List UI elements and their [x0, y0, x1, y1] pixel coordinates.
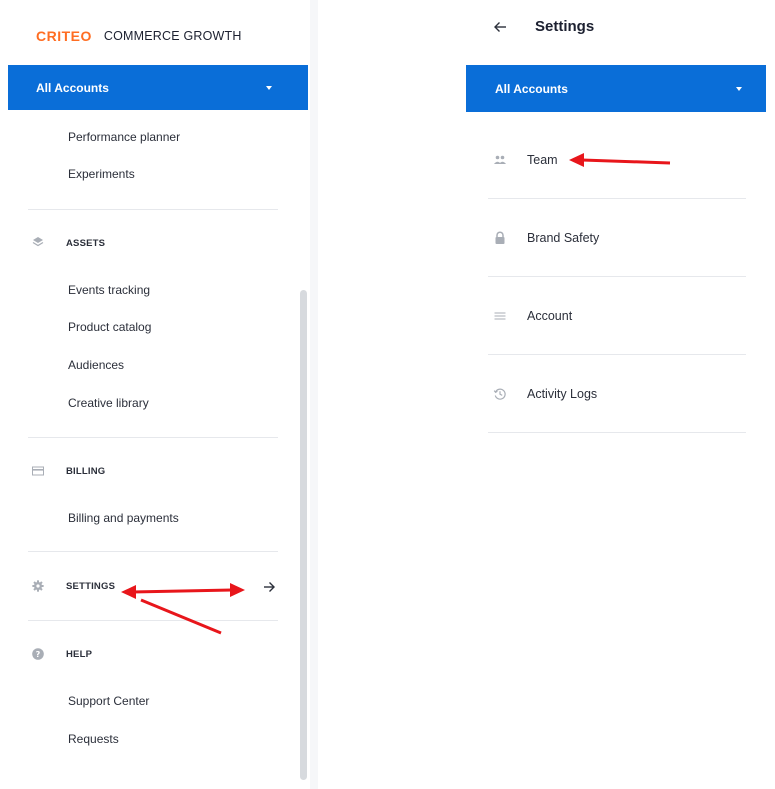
account-selector[interactable]: All Accounts — [8, 65, 308, 110]
nav-item-events-tracking[interactable]: Events tracking — [68, 282, 150, 298]
nav-item-audiences[interactable]: Audiences — [68, 357, 124, 373]
nav-item-experiments[interactable]: Experiments — [68, 166, 135, 182]
section-title-help[interactable]: HELP — [66, 648, 92, 662]
layers-icon — [32, 237, 44, 247]
chevron-down-icon — [266, 86, 272, 90]
account-selector-label: All Accounts — [36, 80, 109, 95]
product-name: COMMERCE GROWTH — [103, 29, 242, 43]
settings-item-label: Activity Logs — [527, 387, 598, 401]
settings-item-team[interactable]: Team — [488, 121, 746, 199]
people-icon — [494, 155, 506, 164]
settings-item-label: Team — [527, 153, 558, 167]
account-selector-label: All Accounts — [495, 81, 568, 96]
divider — [28, 551, 278, 552]
settings-item-label: Brand Safety — [527, 231, 600, 245]
divider — [28, 620, 278, 621]
divider — [488, 432, 746, 433]
nav-item-requests[interactable]: Requests — [68, 731, 119, 747]
settings-item-brand-safety[interactable]: Brand Safety — [488, 199, 746, 277]
section-title-billing[interactable]: BILLING — [66, 465, 105, 479]
panel-separator — [310, 0, 318, 789]
divider — [28, 209, 278, 210]
criteo-logo: CRITEO — [36, 28, 92, 44]
nav-item-product-catalog[interactable]: Product catalog — [68, 319, 151, 335]
lock-icon — [495, 231, 505, 244]
credit-card-icon — [32, 466, 44, 476]
settings-item-account[interactable]: Account — [488, 277, 746, 355]
nav-item-performance-planner[interactable]: Performance planner — [68, 129, 180, 145]
svg-text:?: ? — [36, 650, 41, 659]
history-icon — [493, 388, 506, 400]
help-circle-icon: ? — [32, 648, 44, 660]
brand-header[interactable]: CRITEO COMMERCE GROWTH — [36, 26, 242, 46]
settings-item-activity-logs[interactable]: Activity Logs — [488, 355, 746, 433]
nav-item-support-center[interactable]: Support Center — [68, 693, 149, 709]
nav-item-creative-library[interactable]: Creative library — [68, 395, 149, 411]
arrow-right-icon[interactable] — [262, 580, 276, 594]
settings-item-label: Account — [527, 309, 573, 323]
page-title: Settings — [535, 18, 595, 35]
section-title-assets[interactable]: ASSETS — [66, 237, 105, 251]
nav-item-billing-and-payments[interactable]: Billing and payments — [68, 510, 179, 526]
left-nav-panel: CRITEO COMMERCE GROWTH All Accounts Perf… — [0, 0, 310, 789]
section-title-settings[interactable]: SETTINGS — [66, 580, 115, 594]
sidebar-scrollbar[interactable] — [300, 290, 307, 780]
arrow-left-icon[interactable] — [492, 19, 508, 35]
divider — [28, 437, 278, 438]
settings-account-selector[interactable]: All Accounts — [466, 65, 766, 112]
chevron-down-icon — [736, 87, 742, 91]
gear-icon — [32, 580, 44, 592]
list-icon — [494, 312, 506, 320]
